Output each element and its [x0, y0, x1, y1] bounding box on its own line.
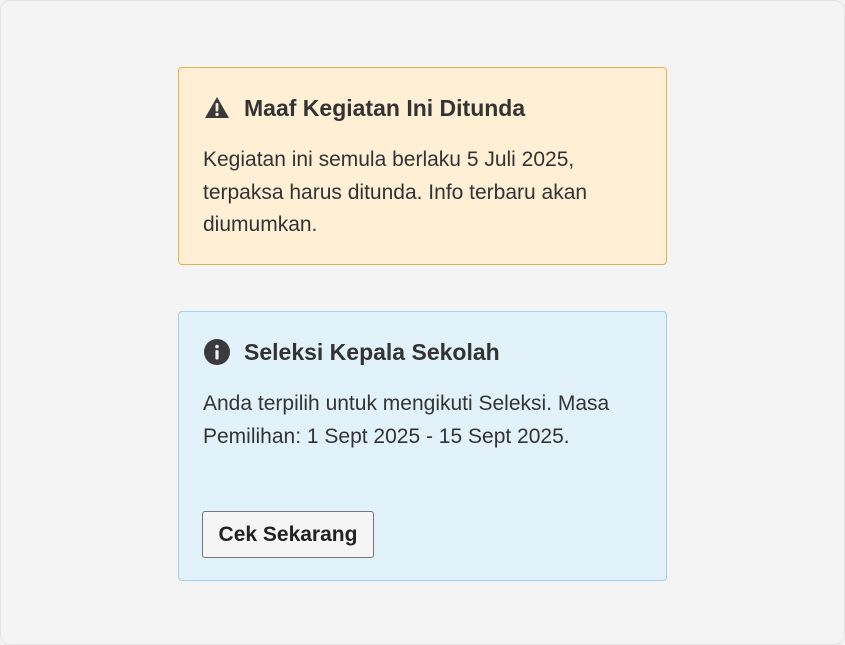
warning-alert-header: Maaf Kegiatan Ini Ditunda — [203, 93, 525, 123]
info-alert-header: Seleksi Kepala Sekolah — [203, 337, 500, 367]
warning-alert-title: Maaf Kegiatan Ini Ditunda — [244, 94, 526, 121]
warning-triangle-icon — [203, 94, 231, 122]
warning-alert-message: Kegiatan ini semula berlaku 5 Juli 2025,… — [203, 148, 588, 236]
check-now-button[interactable]: Cek Sekarang — [202, 511, 374, 558]
info-alert-card: Seleksi Kepala Sekolah Anda terpilih unt… — [178, 311, 667, 581]
info-circle-icon — [203, 338, 231, 366]
info-alert-title: Seleksi Kepala Sekolah — [244, 338, 500, 365]
info-alert-message: Anda terpilih untuk mengikuti Seleksi. M… — [203, 392, 610, 448]
warning-alert-card: Maaf Kegiatan Ini Ditunda Kegiatan ini s… — [178, 67, 667, 265]
